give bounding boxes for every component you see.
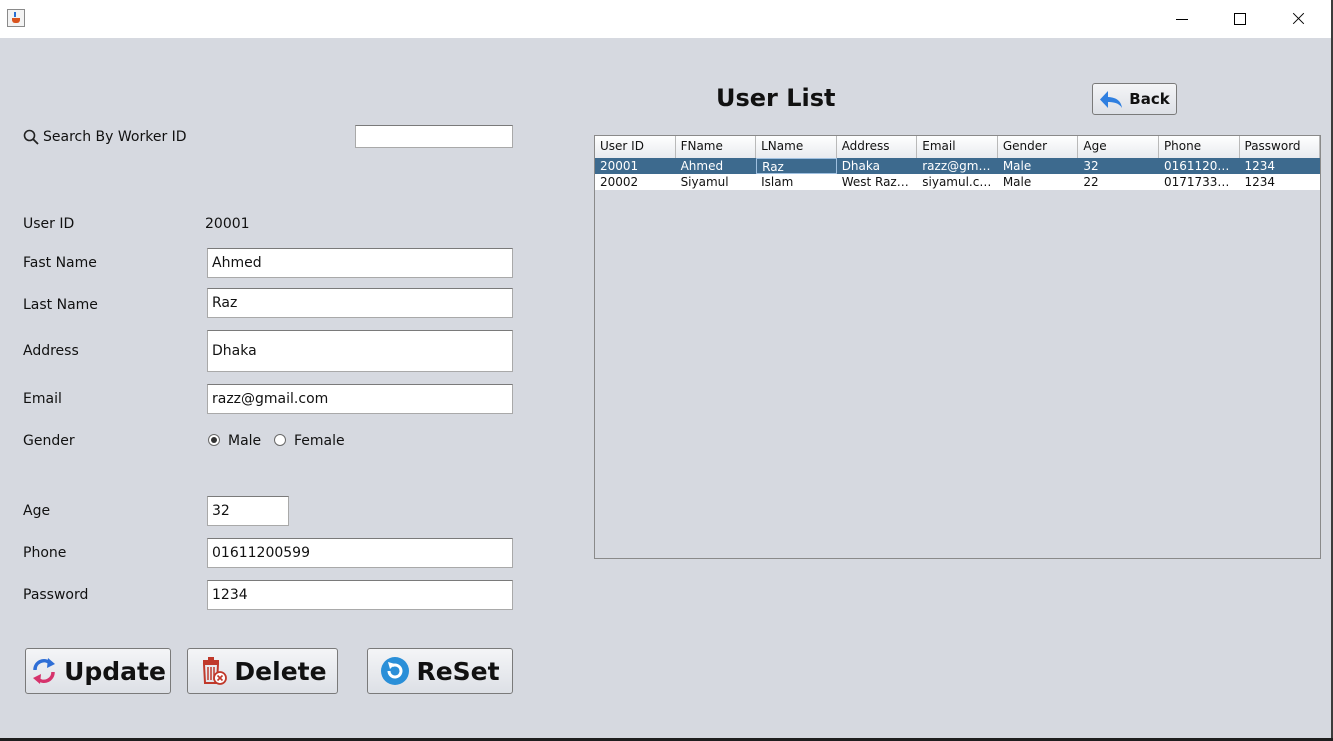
table-cell[interactable]: Islam xyxy=(756,174,837,190)
search-label: Search By Worker ID xyxy=(43,129,187,145)
phone-label: Phone xyxy=(23,545,67,561)
user-id-label: User ID xyxy=(23,216,75,232)
table-cell[interactable]: Siyamul xyxy=(676,174,757,190)
column-header[interactable]: Age xyxy=(1078,136,1159,158)
table-row[interactable]: 20001 Ahmed Raz Dhaka razz@gmai... Male … xyxy=(595,158,1320,174)
table-cell[interactable]: siyamul.cs... xyxy=(917,174,998,190)
address-label: Address xyxy=(23,343,79,359)
table-header: User ID FName LName Address Email Gender… xyxy=(595,136,1320,159)
refresh-arrows-icon xyxy=(33,658,56,684)
reset-button-label: ReSet xyxy=(416,656,500,686)
email-label: Email xyxy=(23,391,62,407)
password-field[interactable]: 1234 xyxy=(207,580,513,610)
gender-male-radio[interactable] xyxy=(208,434,220,446)
address-field[interactable]: Dhaka xyxy=(207,330,513,372)
update-button[interactable]: Update xyxy=(25,648,171,694)
table-cell[interactable]: 32 xyxy=(1078,158,1159,174)
age-label: Age xyxy=(23,503,51,519)
table-cell[interactable]: Raz xyxy=(756,158,837,174)
table-cell[interactable]: 22 xyxy=(1078,174,1159,190)
column-header[interactable]: FName xyxy=(676,136,757,158)
column-header[interactable]: User ID xyxy=(595,136,676,158)
gender-female-radio[interactable] xyxy=(274,434,286,446)
trash-icon xyxy=(203,657,228,685)
search-icon xyxy=(23,129,39,145)
table-cell[interactable]: Male xyxy=(998,158,1079,174)
gender-label: Gender xyxy=(23,433,75,449)
close-button[interactable] xyxy=(1275,4,1321,34)
search-input[interactable] xyxy=(355,125,513,148)
reset-button[interactable]: ReSet xyxy=(367,648,513,694)
phone-field[interactable]: 01611200599 xyxy=(207,538,513,568)
delete-button[interactable]: Delete xyxy=(187,648,338,694)
table-cell[interactable]: 1234 xyxy=(1240,174,1321,190)
gender-female-label: Female xyxy=(294,433,345,449)
table-cell[interactable]: razz@gmai... xyxy=(917,158,998,174)
column-header[interactable]: Password xyxy=(1240,136,1320,158)
maximize-button[interactable] xyxy=(1217,4,1263,34)
app-window: Search By Worker ID User ID 20001 Fast N… xyxy=(0,0,1333,738)
user-list-title: User List xyxy=(716,84,836,112)
table-row[interactable]: 20002 Siyamul Islam West Raza... siyamul… xyxy=(595,174,1320,190)
gender-male-label: Male xyxy=(228,433,262,449)
table-cell[interactable]: West Raza... xyxy=(837,174,918,190)
table-cell[interactable]: 20001 xyxy=(595,158,676,174)
table-cell[interactable]: 1234 xyxy=(1240,158,1321,174)
last-name-label: Last Name xyxy=(23,297,98,313)
password-label: Password xyxy=(23,587,89,603)
table-cell[interactable]: 01611200... xyxy=(1159,158,1240,174)
delete-button-label: Delete xyxy=(234,656,327,686)
user-table[interactable]: User ID FName LName Address Email Gender… xyxy=(594,135,1321,559)
table-cell[interactable]: 20002 xyxy=(595,174,676,190)
java-app-icon xyxy=(7,9,25,27)
table-cell[interactable]: 01717338... xyxy=(1159,174,1240,190)
table-cell[interactable]: Ahmed xyxy=(676,158,757,174)
column-header[interactable]: Email xyxy=(917,136,998,158)
table-cell[interactable]: Male xyxy=(998,174,1079,190)
title-bar xyxy=(0,0,1331,38)
first-name-field[interactable]: Ahmed xyxy=(207,248,513,278)
age-field[interactable]: 32 xyxy=(207,496,289,526)
table-cell[interactable]: Dhaka xyxy=(837,158,918,174)
back-button-label: Back xyxy=(1129,90,1170,108)
email-field[interactable]: razz@gmail.com xyxy=(207,384,513,414)
minimize-button[interactable] xyxy=(1159,4,1205,34)
last-name-field[interactable]: Raz xyxy=(207,288,513,318)
column-header[interactable]: Gender xyxy=(998,136,1079,158)
column-header[interactable]: LName xyxy=(756,136,837,158)
column-header[interactable]: Phone xyxy=(1159,136,1240,158)
reset-icon xyxy=(381,657,410,685)
column-header[interactable]: Address xyxy=(837,136,918,158)
update-button-label: Update xyxy=(64,656,166,686)
back-arrow-icon xyxy=(1100,91,1123,108)
user-id-value: 20001 xyxy=(205,216,250,232)
back-button[interactable]: Back xyxy=(1092,83,1177,115)
first-name-label: Fast Name xyxy=(23,255,97,271)
